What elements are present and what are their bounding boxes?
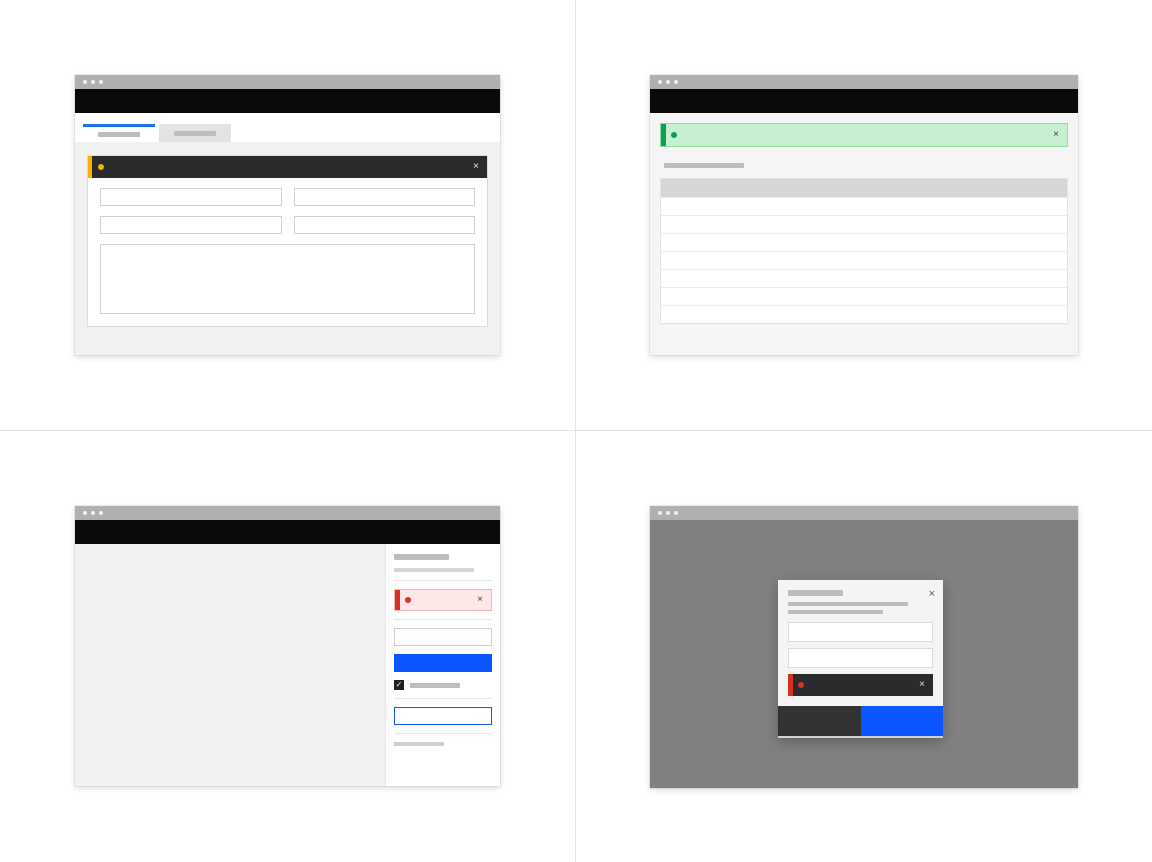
divider (394, 619, 492, 620)
success-icon (671, 132, 677, 138)
text-input[interactable] (788, 648, 933, 668)
tab-active[interactable] (83, 124, 155, 142)
table-row[interactable] (661, 305, 1067, 323)
modal-footer (778, 706, 943, 736)
sidebar-subtitle (394, 568, 474, 572)
app-header (75, 520, 500, 544)
tab-bar (75, 113, 500, 143)
window-control-dot (91, 511, 95, 515)
modal-header: × (778, 580, 943, 622)
checkbox-checked-icon[interactable]: ✓ (394, 680, 404, 690)
window-control-dot (658, 80, 662, 84)
close-icon[interactable]: × (473, 162, 479, 172)
tab-label (174, 131, 216, 136)
divider (394, 733, 492, 734)
modal-body: × (778, 622, 943, 706)
text-input[interactable] (100, 188, 282, 206)
window-control-dot (666, 80, 670, 84)
window-control-dot (91, 80, 95, 84)
table-row[interactable] (661, 269, 1067, 287)
table-row[interactable] (661, 197, 1067, 215)
window-control-dot (99, 511, 103, 515)
window-titlebar (650, 506, 1078, 520)
warning-banner: × (88, 156, 487, 178)
page-body: × ✓ (75, 544, 500, 786)
close-icon[interactable]: × (477, 595, 483, 605)
window-control-dot (666, 511, 670, 515)
sidebar-title (394, 554, 449, 560)
app-header (650, 89, 1078, 113)
main-content (75, 544, 385, 786)
modal-title (788, 590, 843, 596)
error-banner: × (394, 589, 492, 611)
window-titlebar (75, 506, 500, 520)
error-accent (788, 674, 793, 696)
error-accent (395, 590, 400, 610)
window-control-dot (83, 511, 87, 515)
window-control-dot (674, 80, 678, 84)
form-panel: × (87, 155, 488, 327)
tab-label (98, 132, 140, 137)
table-row[interactable] (661, 251, 1067, 269)
page-body: × (75, 113, 500, 355)
close-icon[interactable]: × (1053, 130, 1059, 140)
modal-overlay: × × (650, 520, 1078, 788)
text-input[interactable] (394, 628, 492, 646)
window-control-dot (674, 511, 678, 515)
divider (394, 698, 492, 699)
error-icon (405, 597, 411, 603)
example-error-in-sidebar: × ✓ (0, 431, 575, 862)
window-titlebar (75, 75, 500, 89)
app-header (75, 89, 500, 113)
text-input[interactable] (294, 188, 476, 206)
cancel-button[interactable] (778, 706, 861, 736)
example-warning-in-form: × (0, 0, 575, 430)
example-success-above-table: × (576, 0, 1152, 430)
table-row[interactable] (661, 215, 1067, 233)
browser-window: × (75, 75, 500, 355)
close-icon[interactable]: × (929, 588, 935, 600)
modal-description (788, 602, 908, 606)
window-control-dot (83, 80, 87, 84)
window-control-dot (658, 511, 662, 515)
close-icon[interactable]: × (919, 680, 925, 690)
warning-icon (98, 164, 104, 170)
error-icon (798, 682, 804, 688)
table-row[interactable] (661, 233, 1067, 251)
page-body: × (650, 113, 1078, 355)
secondary-button[interactable] (394, 707, 492, 725)
window-control-dot (99, 80, 103, 84)
tab-inactive[interactable] (159, 124, 231, 142)
browser-window: × (650, 75, 1078, 355)
divider (394, 580, 492, 581)
browser-window: × × (650, 506, 1078, 788)
success-accent (661, 124, 666, 146)
browser-window: × ✓ (75, 506, 500, 786)
table-header (661, 179, 1067, 197)
success-banner: × (660, 123, 1068, 147)
confirm-button[interactable] (861, 706, 944, 736)
footer-note (394, 742, 444, 746)
primary-button[interactable] (394, 654, 492, 672)
right-sidebar: × ✓ (385, 544, 500, 786)
text-input[interactable] (100, 216, 282, 234)
text-input[interactable] (788, 622, 933, 642)
error-banner: × (788, 674, 933, 696)
warning-accent (88, 156, 92, 178)
data-table (660, 178, 1068, 324)
text-input[interactable] (294, 216, 476, 234)
checkbox-row[interactable]: ✓ (394, 680, 492, 690)
window-titlebar (650, 75, 1078, 89)
modal-dialog: × × (778, 580, 943, 738)
modal-description (788, 610, 883, 614)
textarea[interactable] (100, 244, 475, 314)
example-error-in-modal: × × (576, 431, 1152, 862)
table-row[interactable] (661, 287, 1067, 305)
section-title (664, 163, 744, 168)
checkbox-label (410, 683, 460, 688)
